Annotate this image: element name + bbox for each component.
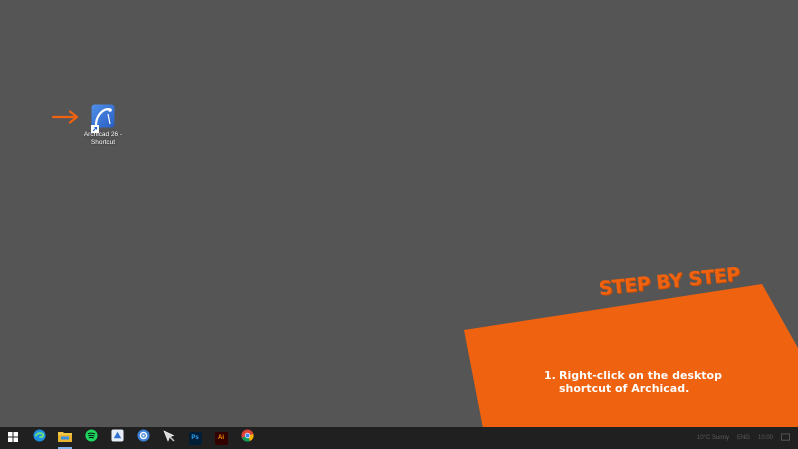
language-indicator[interactable]: ENG: [737, 435, 750, 441]
edge-icon: [32, 429, 46, 447]
cursor-tool-icon: [162, 429, 176, 448]
archicad-app-icon: [91, 104, 115, 133]
file-explorer-icon: [58, 429, 72, 447]
notification-icon[interactable]: [781, 432, 790, 444]
step-text: Right-click on the desktop shortcut of A…: [559, 369, 722, 395]
photoshop-icon: Ps: [188, 431, 202, 445]
shortcut-label: Archicad 26 - Shortcut: [83, 131, 123, 146]
step-by-step-title: STEP BY STEP: [597, 263, 741, 300]
step-number: 1.: [544, 369, 556, 382]
spotify-icon: [84, 429, 98, 447]
shortcut-arrow-icon: [91, 120, 99, 133]
illustrator-icon: Ai: [214, 431, 228, 445]
weather-widget[interactable]: 10°C Sunny: [697, 435, 729, 441]
archicad-shortcut[interactable]: Archicad 26 - Shortcut: [80, 104, 126, 147]
clock[interactable]: 10:00: [758, 435, 773, 441]
taskbar-photoshop[interactable]: Ps: [182, 427, 208, 449]
taskbar-spotify[interactable]: [78, 427, 104, 449]
step-instruction: 1. Right-click on the desktop shortcut o…: [544, 369, 744, 395]
taskbar-edge[interactable]: [26, 427, 52, 449]
start-button[interactable]: [0, 427, 26, 449]
taskbar-cursor-tool[interactable]: [156, 427, 182, 449]
chrome-icon: [240, 429, 254, 447]
settings-app-icon: [136, 429, 150, 447]
taskbar-file-explorer[interactable]: [52, 427, 78, 449]
taskbar-settings-app[interactable]: [130, 427, 156, 449]
system-tray: 10°C Sunny ENG 10:00: [697, 427, 798, 449]
pointer-arrow-icon: [52, 110, 79, 124]
taskbar-app-blue[interactable]: [104, 427, 130, 449]
app-icon-blue: [110, 429, 124, 447]
taskbar-chrome[interactable]: [234, 427, 260, 449]
start-menu-icon: [8, 429, 18, 447]
taskbar-illustrator[interactable]: Ai: [208, 427, 234, 449]
taskbar: Ps Ai 10°C Sunny ENG 10:00: [0, 427, 798, 449]
